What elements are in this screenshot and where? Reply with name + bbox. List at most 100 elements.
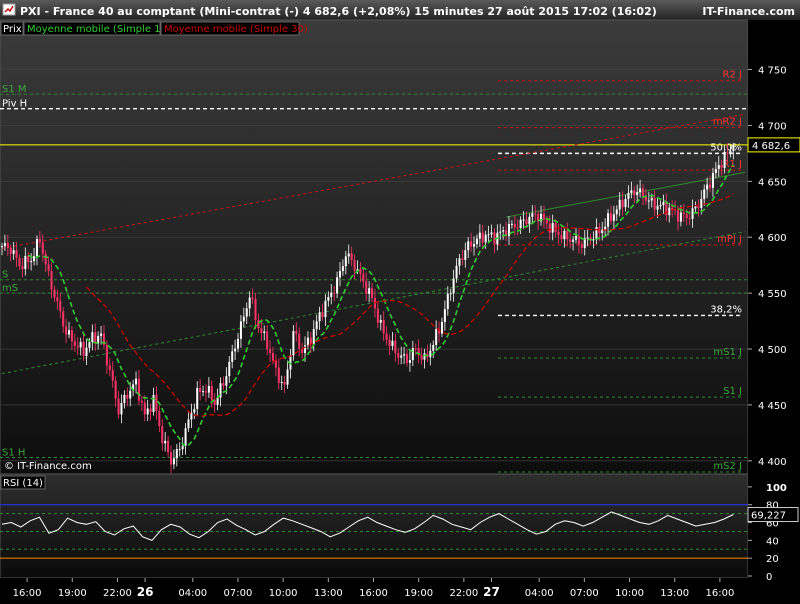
time-tick-label: 10:00 [615, 588, 644, 599]
candle-body [47, 264, 50, 271]
candle-body [671, 207, 674, 210]
candle-body [382, 319, 385, 334]
candle-body [248, 297, 251, 309]
candle-body [522, 219, 525, 221]
candle-body [397, 353, 400, 358]
candle-body [333, 292, 336, 294]
candle-body [91, 332, 94, 343]
candle-body [167, 440, 170, 453]
time-tick-label: 13:00 [660, 588, 689, 599]
candle-body [607, 213, 610, 227]
candle-body [554, 222, 557, 232]
candle-body [70, 330, 73, 342]
candle-body [155, 394, 158, 411]
brand-label: IT-Finance.com [702, 5, 795, 18]
candle-body [659, 205, 662, 207]
candle-body [126, 394, 129, 399]
candle-body [653, 197, 656, 210]
candle-body [502, 230, 505, 232]
candle-body [711, 172, 714, 188]
candle-body [298, 333, 301, 349]
candle-body [513, 223, 516, 228]
candle-body [688, 218, 691, 220]
candle-body [146, 408, 149, 415]
candle-body [350, 253, 353, 261]
candle-body [97, 335, 100, 344]
candle-body [525, 219, 528, 225]
candle-body [682, 212, 685, 214]
candle-body [572, 239, 575, 242]
candle-body [120, 403, 123, 415]
candle-body [484, 234, 487, 243]
candle-body [679, 212, 682, 222]
time-tick-label: 10:00 [269, 588, 298, 599]
candle-body [172, 458, 175, 465]
candle-body [420, 355, 423, 360]
candle-body [105, 344, 108, 366]
candle-body [368, 288, 371, 294]
candle-body [647, 200, 650, 202]
candle-body [714, 169, 717, 173]
candle-body [321, 312, 324, 318]
pivot-level-label: Piv H [2, 99, 27, 110]
candle-body [100, 333, 103, 336]
candle-body [204, 391, 207, 393]
time-tick-label: 16:00 [13, 588, 42, 599]
candle-body [391, 340, 394, 347]
candle-body [403, 354, 406, 356]
rsi-title-box: RSI (14) [0, 475, 46, 490]
candle-body [618, 199, 621, 210]
candle-body [557, 231, 560, 235]
candle-body [729, 150, 732, 154]
pivot-level-label: S [2, 270, 8, 281]
candle-body [709, 184, 712, 188]
candle-body [59, 301, 62, 312]
candle-body [639, 188, 642, 193]
candle-body [286, 369, 289, 385]
price-tick-label: 4 750 [758, 66, 787, 77]
candle-body [566, 230, 569, 240]
candle-body [152, 394, 155, 412]
candle-body [449, 293, 452, 295]
rsi-title: RSI (14) [3, 478, 43, 489]
candle-body [3, 242, 6, 247]
candle-body [140, 400, 143, 403]
candle-body [467, 241, 470, 251]
time-tick-label: 16:00 [359, 588, 388, 599]
candle-body [563, 230, 566, 240]
time-tick-label: 16:00 [705, 588, 734, 599]
candle-body [580, 244, 583, 248]
candle-body [266, 331, 269, 350]
candle-body [306, 337, 309, 346]
candle-body [158, 410, 161, 427]
candle-body [577, 236, 580, 245]
candle-body [338, 270, 341, 278]
candle-body [216, 397, 219, 405]
candle-body [575, 236, 578, 240]
candle-body [202, 391, 205, 393]
candle-body [470, 241, 473, 247]
pivot-level-label: mS [2, 283, 18, 294]
price-tick-label: 4 700 [758, 121, 787, 132]
candle-body [443, 309, 446, 322]
candle-body [137, 378, 140, 401]
candle-body [210, 385, 213, 400]
time-tick-label: 22:00 [449, 588, 478, 599]
candle-body [560, 234, 563, 240]
candle-body [435, 329, 438, 346]
candle-body [656, 205, 659, 210]
candle-body [33, 256, 36, 262]
chart-root: PXI - France 40 au comptant (Mini-contra… [0, 0, 800, 600]
candle-body [114, 380, 117, 399]
price-tick-label: 4 400 [758, 457, 787, 468]
candle-body [726, 152, 729, 154]
candle-body [636, 192, 639, 196]
price-tick-label: 4 650 [758, 177, 787, 188]
candle-body [65, 326, 68, 335]
candle-body [164, 440, 167, 444]
candle-body [56, 297, 59, 302]
candle-body [193, 408, 196, 413]
time-tick-label: 22:00 [103, 588, 132, 599]
candle-body [263, 331, 266, 333]
legend-ma10-label: Moyenne mobile (Simple 10) [27, 24, 171, 35]
